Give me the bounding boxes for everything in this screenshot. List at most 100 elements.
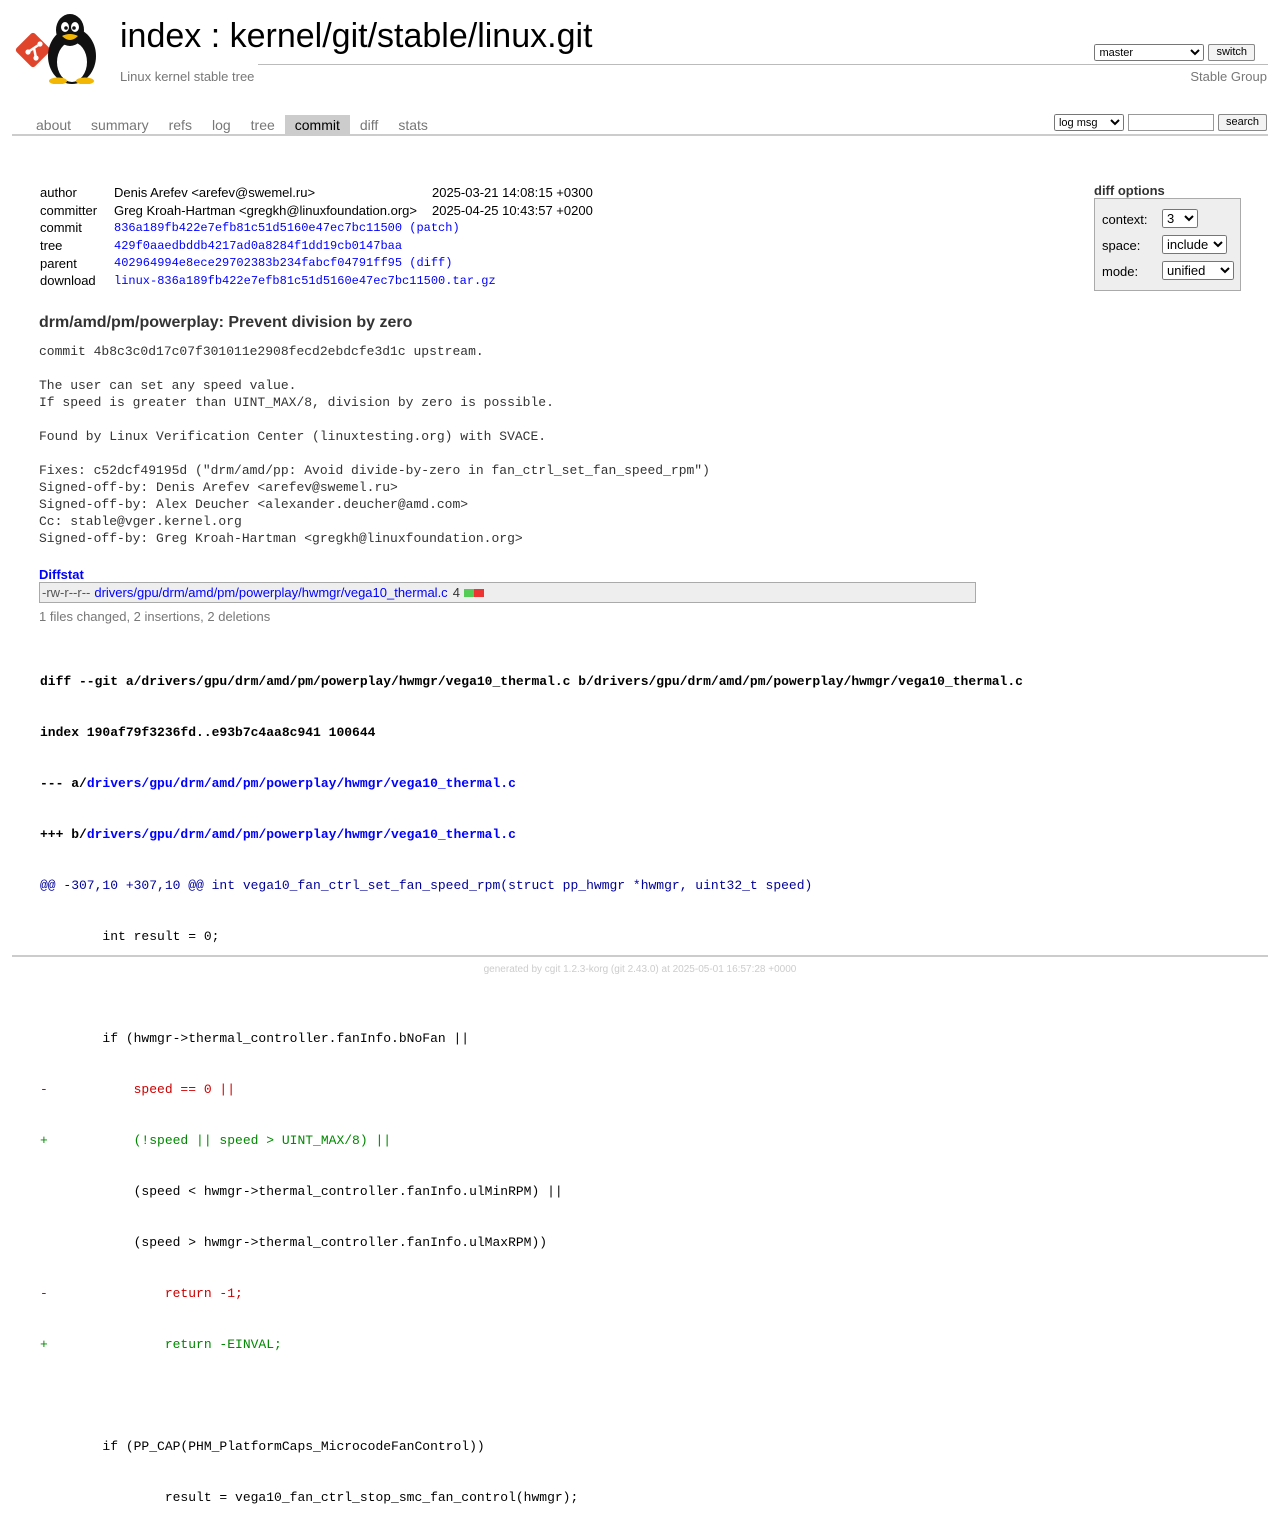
patch-link[interactable]: patch (416, 221, 452, 235)
author-label: author (40, 185, 77, 201)
plus-prefix: +++ b/ (40, 827, 87, 842)
mode-option: mode: unified (1102, 261, 1234, 280)
commit-sha-link[interactable]: 836a189fb422e7efb81c51d5160e47ec7bc11500 (114, 221, 402, 235)
tree-sha-link[interactable]: 429f0aaedbddb4217ad0a8284f1dd19cb0147baa (114, 239, 402, 253)
diff-line: if (PP_CAP(PHM_PlatformCaps_MicrocodeFan… (40, 1439, 485, 1454)
download-link[interactable]: linux-836a189fb422e7efb81c51d5160e47ec7b… (114, 274, 496, 288)
diff-line: - return -1; (40, 1286, 243, 1301)
diffstat-change-count: 4 (452, 585, 460, 600)
committer-label: committer (40, 202, 98, 218)
diffstat-graph (463, 588, 484, 597)
parent-diff-link[interactable]: diff (416, 256, 445, 270)
parent-sha-cell: 402964994e8ece29702383b234fabcf04791ff95… (111, 254, 596, 272)
diffstat-summary: 1 files changed, 2 insertions, 2 deletio… (39, 609, 271, 624)
commit-row: commit 836a189fb422e7efb81c51d5160e47ec7… (37, 219, 596, 237)
tab-stats[interactable]: stats (388, 115, 438, 134)
diff-view: diff --git a/drivers/gpu/drm/amd/pm/powe… (40, 639, 1023, 1523)
insertions-bar (463, 588, 474, 597)
header-divider (258, 64, 1268, 65)
diff-plus-file-line: +++ b/drivers/gpu/drm/amd/pm/powerplay/h… (40, 826, 1023, 843)
context-select[interactable]: 3 (1162, 209, 1198, 228)
author-value: Denis Arefev <arefev@swemel.ru> (114, 185, 316, 201)
tab-log[interactable]: log (202, 115, 241, 134)
search-mode-select[interactable]: log msg (1053, 114, 1124, 131)
paren-close: ) (452, 220, 460, 235)
plus-file-link[interactable]: drivers/gpu/drm/amd/pm/powerplay/hwmgr/v… (87, 827, 516, 842)
tux-logo-icon (15, 14, 96, 85)
tree-sha-cell: 429f0aaedbddb4217ad0a8284f1dd19cb0147baa (111, 237, 596, 255)
context-label: context: (1102, 212, 1148, 227)
index-link[interactable]: index (120, 17, 201, 55)
download-row: download linux-836a189fb422e7efb81c51d51… (37, 272, 596, 290)
diff-line (40, 1387, 1023, 1404)
file-mode: -rw-r--r-- (42, 585, 91, 600)
tab-commit[interactable]: commit (284, 115, 350, 134)
hunk-header: @@ -307,10 +307,10 @@ int vega10_fan_ctr… (40, 877, 1023, 894)
minus-prefix: --- a/ (40, 776, 87, 791)
hunk-function: int vega10_fan_ctrl_set_fan_speed_rpm(st… (203, 878, 813, 893)
parent-sha-link[interactable]: 402964994e8ece29702383b234fabcf04791ff95 (114, 256, 402, 270)
diff-index-line: index 190af79f3236fd..e93b7c4aa8c941 100… (40, 725, 376, 740)
footer-divider (12, 955, 1268, 957)
tab-refs[interactable]: refs (159, 115, 202, 134)
diffstat-file-link[interactable]: drivers/gpu/drm/amd/pm/powerplay/hwmgr/v… (94, 585, 447, 600)
search-button[interactable]: search (1217, 114, 1267, 131)
download-label: download (40, 273, 96, 289)
nav-tabs: about summary refs log tree commit diff … (26, 115, 438, 134)
repo-link[interactable]: kernel/git/stable/linux.git (230, 17, 593, 55)
page-title: index : kernel/git/stable/linux.git (120, 17, 593, 56)
diff-line: (speed > hwmgr->thermal_controller.fanIn… (40, 1235, 548, 1250)
space-option: space: include (1102, 235, 1227, 254)
tree-row: tree 429f0aaedbddb4217ad0a8284f1dd19cb01… (37, 237, 596, 255)
hunk-range: @@ -307,10 +307,10 @@ (40, 878, 204, 893)
minus-file-link[interactable]: drivers/gpu/drm/amd/pm/powerplay/hwmgr/v… (87, 776, 516, 791)
space-label: space: (1102, 238, 1141, 253)
diffstat-link[interactable]: Diffstat (39, 567, 84, 582)
committer-date: 2025-04-25 10:43:57 +0200 (431, 202, 593, 218)
commit-subject: drm/amd/pm/powerplay: Prevent division b… (39, 314, 413, 331)
commit-sha-cell: 836a189fb422e7efb81c51d5160e47ec7bc11500… (111, 219, 596, 237)
switch-button[interactable]: switch (1208, 44, 1255, 61)
commit-message-body: commit 4b8c3c0d17c07f301011e2908fecd2ebd… (39, 344, 710, 546)
diff-line: (speed < hwmgr->thermal_controller.fanIn… (40, 1184, 563, 1199)
tree-label: tree (40, 238, 63, 254)
site-logo[interactable] (14, 12, 110, 85)
diff-options-panel: context: 3 space: include mode: unified (1094, 198, 1241, 291)
diffstat-table: -rw-r--r-- drivers/gpu/drm/amd/pm/powerp… (39, 582, 976, 603)
diff-line: if (hwmgr->thermal_controller.fanInfo.bN… (40, 1031, 470, 1046)
tab-tree[interactable]: tree (241, 115, 285, 134)
diff-line: result = vega10_fan_ctrl_stop_smc_fan_co… (40, 1490, 579, 1505)
branch-select[interactable]: master (1094, 44, 1205, 61)
space-select[interactable]: include (1162, 235, 1227, 254)
committer-value: Greg Kroah-Hartman <gregkh@linuxfoundati… (114, 202, 417, 218)
mode-select[interactable]: unified (1162, 261, 1234, 280)
repo-owner: Stable Group (1190, 69, 1267, 84)
parent-label: parent (40, 255, 77, 271)
diff-line (40, 979, 1023, 996)
context-option: context: 3 (1102, 209, 1198, 228)
search-form: log msg search (1053, 114, 1267, 131)
diff-line: + (!speed || speed > UINT_MAX/8) || (40, 1133, 392, 1148)
commit-label: commit (40, 220, 82, 236)
author-date: 2025-03-21 14:08:15 +0300 (431, 185, 593, 201)
diff-line: int result = 0; (40, 929, 220, 944)
diff-line: + return -EINVAL; (40, 1337, 282, 1352)
diff-options-title: diff options (1094, 183, 1165, 198)
tab-diff[interactable]: diff (350, 115, 388, 134)
tabs-divider (12, 134, 1268, 136)
repo-description: Linux kernel stable tree (120, 69, 255, 84)
diff-minus-file-line: --- a/drivers/gpu/drm/amd/pm/powerplay/h… (40, 775, 1023, 792)
footer-text: generated by cgit 1.2.3-korg (git 2.43.0… (483, 964, 797, 975)
paren-close: ) (445, 256, 453, 271)
branch-switch-form: master switch (1094, 44, 1255, 61)
search-input[interactable] (1127, 114, 1214, 131)
diff-git-line: diff --git a/drivers/gpu/drm/amd/pm/powe… (40, 674, 1023, 689)
download-cell: linux-836a189fb422e7efb81c51d5160e47ec7b… (111, 272, 596, 290)
mode-label: mode: (1102, 264, 1139, 279)
author-row: author Denis Arefev <arefev@swemel.ru> 2… (37, 184, 596, 202)
tab-summary[interactable]: summary (81, 115, 159, 134)
deletions-bar (473, 588, 484, 597)
title-separator: : (201, 17, 230, 55)
tab-about[interactable]: about (26, 115, 81, 134)
diff-line: - speed == 0 || (40, 1082, 236, 1097)
